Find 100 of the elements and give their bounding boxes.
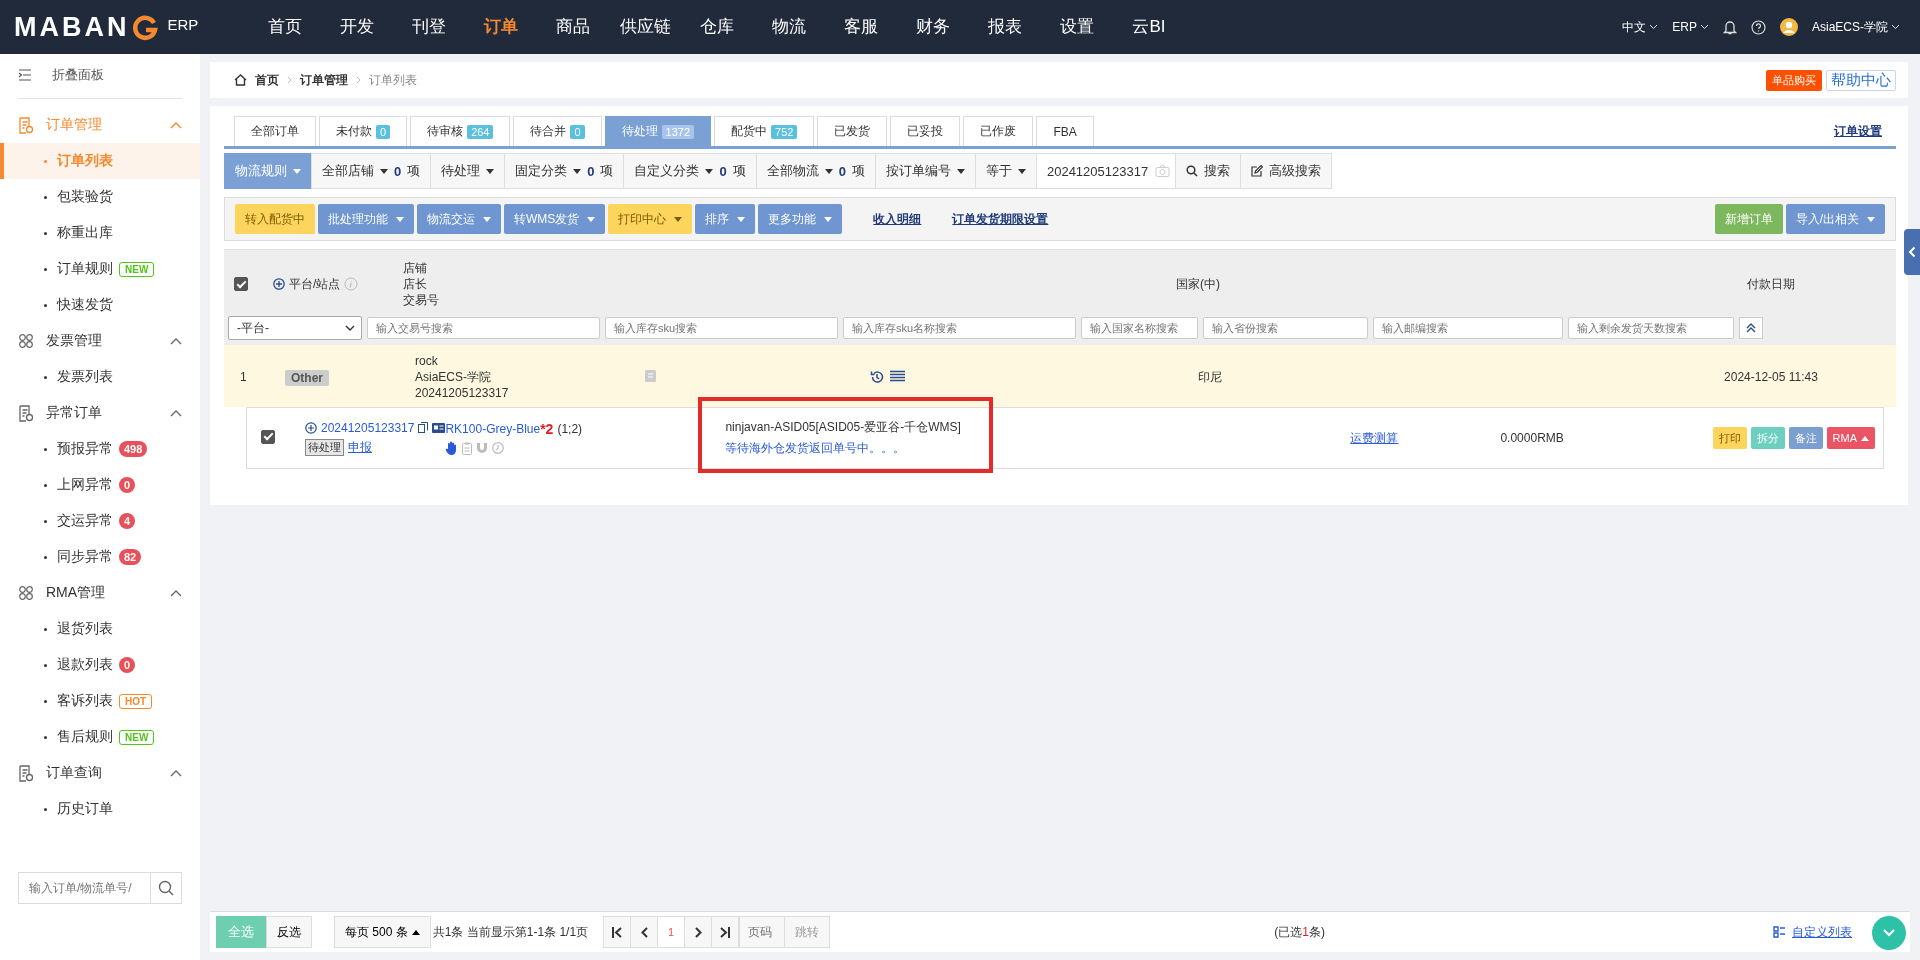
order-settings-link[interactable]: 订单设置 [1834,122,1882,140]
column-filter-input[interactable]: 输入库存sku搜索 [605,317,838,339]
column-filter-input[interactable]: 输入国家名称搜索 [1081,317,1198,339]
action-link[interactable]: 订单发货期限设置 [952,210,1049,228]
nav-item[interactable]: 首页 [249,0,321,54]
sidebar-item[interactable]: 发票列表 [0,359,200,395]
status-tab[interactable]: 配货中 752 [714,116,815,146]
hand-icon[interactable] [445,441,459,455]
search-input[interactable]: 20241205123317 [1035,153,1176,189]
status-tab[interactable]: FBA [1036,116,1094,146]
column-filter-input[interactable]: 输入交易号搜索 [367,317,600,339]
add-icon[interactable] [273,278,285,290]
order-number-link[interactable]: 20241205123317 [321,420,415,435]
action-button[interactable]: 打印中心 [608,204,693,234]
nav-item[interactable]: 报表 [969,0,1041,54]
previous-page-button[interactable] [630,916,659,948]
page-number[interactable]: 1 [657,916,686,948]
status-tab[interactable]: 已作废 [963,116,1034,146]
sidebar-item[interactable]: 订单规则 NEW [0,251,200,287]
status-tab[interactable]: 全部订单 [234,116,316,146]
header-button[interactable]: 帮助中心 [1826,69,1896,91]
list-icon[interactable] [890,370,905,382]
nav-item[interactable]: 开发 [321,0,393,54]
columns-icon[interactable] [1773,926,1786,938]
status-tab[interactable]: 未付款 0 [319,116,408,146]
filter-dropdown[interactable]: 全部物流 0 项 [755,153,876,189]
last-page-button[interactable] [711,916,740,948]
row-action-button[interactable]: 打印 [1712,427,1747,449]
freight-estimate-link[interactable]: 运费测算 [1350,430,1399,445]
row-checkbox[interactable] [261,429,275,444]
nav-item[interactable]: 设置 [1041,0,1113,54]
sidebar-item[interactable]: 包装验货 [0,179,200,215]
copy-icon[interactable] [418,422,429,433]
column-filter-input[interactable]: 输入邮编搜索 [1373,317,1563,339]
collapse-panel-button[interactable]: 折叠面板 [0,60,200,90]
filter-dropdown[interactable]: 等于 [974,153,1037,189]
next-page-button[interactable] [684,916,713,948]
search-button[interactable] [150,872,182,904]
filter-dropdown[interactable]: 按订单编号 [874,153,976,189]
user-dropdown[interactable]: AsiaECS-学院 [1812,18,1900,36]
sidebar-group[interactable]: RMA管理 [0,575,200,611]
expand-panel-button[interactable] [1904,229,1920,275]
custom-columns-link[interactable]: 自定义列表 [1792,923,1852,941]
sidebar-group[interactable]: 订单查询 [0,755,200,791]
sidebar-item[interactable]: 上网异常 0 [0,467,200,503]
sidebar-item[interactable]: 快速发货 [0,287,200,323]
sidebar-item[interactable]: 客诉列表 HOT [0,683,200,719]
sidebar-item[interactable]: 历史订单 [0,791,200,827]
invert-selection-button[interactable]: 反选 [266,916,312,948]
help-icon[interactable] [1751,19,1766,35]
advanced-search-button[interactable]: 高级搜索 [1239,153,1332,189]
system-dropdown[interactable]: ERP [1672,20,1709,34]
nav-item[interactable]: 仓库 [681,0,753,54]
filter-dropdown[interactable]: 待处理 [430,153,506,189]
column-filter-input[interactable]: 输入库存sku名称搜索 [843,317,1076,339]
select-all-checkbox[interactable] [234,277,248,291]
search-field[interactable]: 输入订单/物流单号/ [18,872,150,904]
page-size-dropdown[interactable]: 每页 500 条 [334,916,431,948]
status-tab[interactable]: 待审核 264 [410,116,511,146]
avatar-icon[interactable] [1780,18,1798,36]
card-icon[interactable] [432,422,446,433]
nav-item[interactable]: 商品 [537,0,609,54]
sidebar-item[interactable]: 售后规则 NEW [0,719,200,755]
collapse-button[interactable] [1739,317,1763,339]
sidebar-item[interactable]: 退货列表 [0,611,200,647]
sidebar-item[interactable]: 交运异常 4 [0,503,200,539]
sidebar-item[interactable]: 同步异常 82 [0,539,200,575]
breadcrumb-link[interactable]: 订单列表 [369,71,417,89]
breadcrumb-link[interactable]: 首页 [255,71,279,89]
first-page-button[interactable] [603,916,632,948]
nav-item[interactable]: 供应链 [609,0,681,54]
nav-item[interactable]: 订单 [465,0,537,54]
status-tab[interactable]: 已妥投 [890,116,961,146]
sidebar-group[interactable]: 异常订单 [0,395,200,431]
action-link[interactable]: 收入明细 [873,210,922,228]
nav-item[interactable]: 刊登 [393,0,465,54]
row-action-button[interactable]: RMA [1826,427,1875,449]
nav-item[interactable]: 财务 [897,0,969,54]
declare-link[interactable]: 申报 [348,438,372,456]
sku-link[interactable]: RK100-Grey-Blue [445,422,541,436]
action-button[interactable]: 转入配货中 [235,204,315,234]
language-dropdown[interactable]: 中文 [1622,18,1659,36]
nav-item[interactable]: 物流 [753,0,825,54]
bell-icon[interactable] [1723,19,1737,35]
sidebar-item[interactable]: 预报异常 498 [0,431,200,467]
filter-dropdown[interactable]: 自定义分类 0 项 [623,153,757,189]
sidebar-item[interactable]: 称重出库 [0,215,200,251]
history-icon[interactable] [870,370,884,384]
sidebar-group[interactable]: 发票管理 [0,323,200,359]
breadcrumb-link[interactable]: 订单管理 [300,71,348,89]
filter-dropdown[interactable]: 固定分类 0 项 [504,153,625,189]
add-icon[interactable] [305,421,317,434]
search-button[interactable]: 搜索 [1174,153,1241,189]
page-input[interactable]: 页码 [739,916,786,948]
column-filter-input[interactable]: 输入省份搜索 [1203,317,1368,339]
platform-select[interactable]: -平台- [228,316,362,340]
status-tab[interactable]: 已发货 [817,116,888,146]
filter-dropdown[interactable]: 全部店铺 0 项 [311,153,432,189]
status-tab[interactable]: 待合并 0 [513,116,602,146]
clipboard-icon[interactable] [462,441,473,455]
